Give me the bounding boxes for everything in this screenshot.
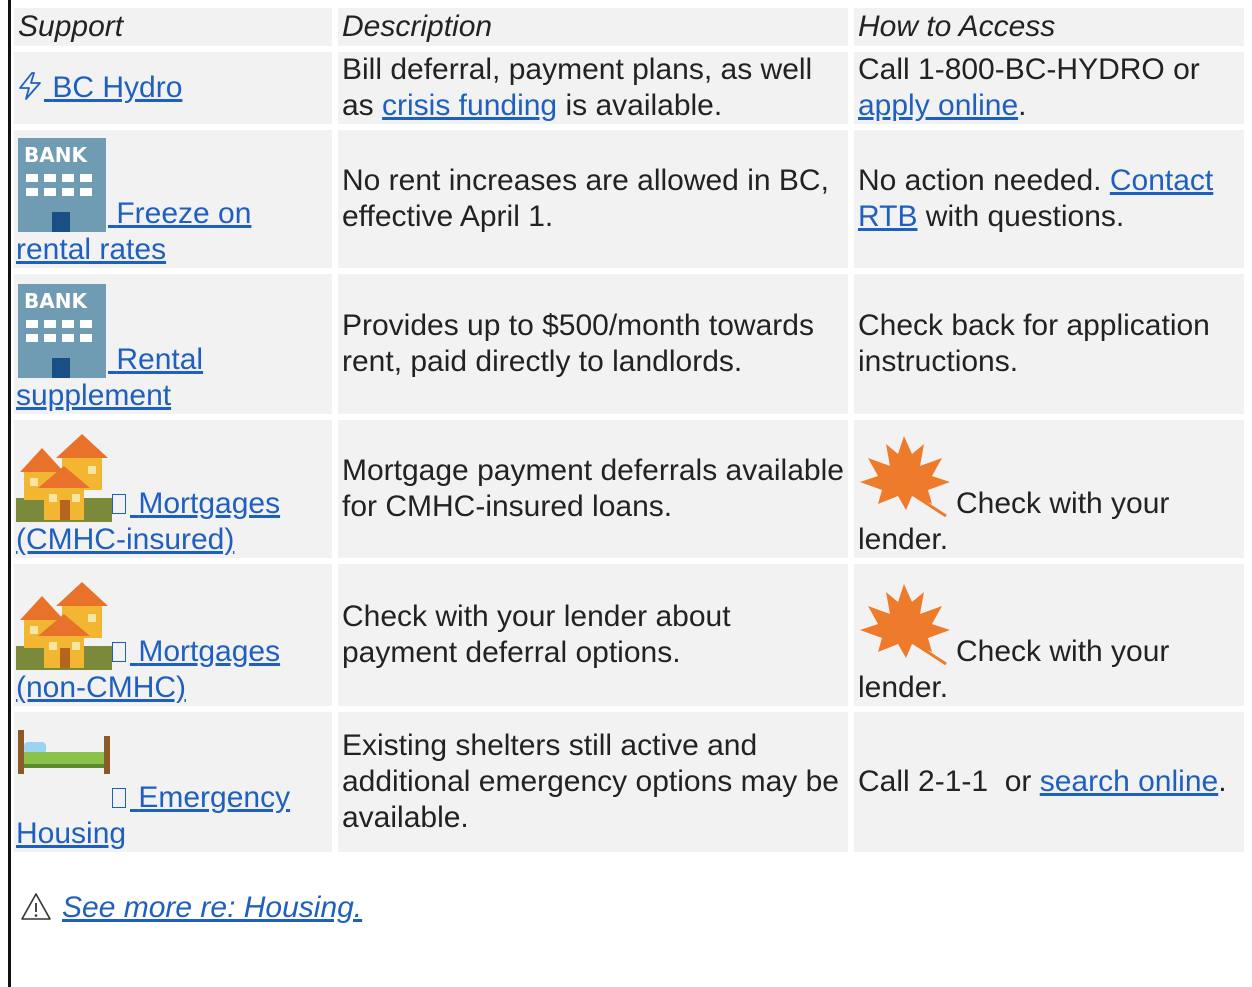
bank-icon: BANK — [18, 284, 106, 378]
support-link-emergency-housing[interactable]: Emergency Housing — [16, 730, 291, 850]
missing-glyph-icon — [112, 788, 126, 808]
access-text: Call 2-1-1 or — [858, 765, 1040, 798]
apply-online-link[interactable]: apply online — [858, 89, 1018, 122]
access-cell: No action needed. Contact RTB with quest… — [854, 130, 1244, 268]
crisis-funding-link[interactable]: crisis funding — [382, 89, 557, 122]
missing-glyph-icon — [112, 642, 126, 662]
see-more-housing-link[interactable]: See more re: Housing. — [62, 891, 362, 924]
support-link-freeze-rental-rates[interactable]: BANK Freeze on rental rates — [16, 138, 251, 266]
see-more-footer: See more re: Housing. — [20, 890, 362, 926]
support-cell: BANK Freeze on rental rates — [14, 130, 332, 268]
access-text: with questions. — [917, 200, 1125, 233]
description-cell: Provides up to $500/month towards rent, … — [338, 274, 848, 414]
table-header-row: Support Description How to Access — [14, 8, 1244, 46]
description-cell: Check with your lender about payment def… — [338, 564, 848, 706]
column-header-support: Support — [14, 8, 332, 46]
access-cell: Call 2-1-1 or search online. — [854, 712, 1244, 852]
warning-icon — [21, 893, 51, 920]
svg-text:BANK: BANK — [24, 143, 88, 167]
svg-text:BANK: BANK — [24, 289, 88, 313]
support-link-rental-supplement[interactable]: BANK Rental supplement — [16, 284, 203, 412]
support-link-mortgages-cmhc[interactable]: Mortgages (CMHC-insured) — [16, 434, 280, 556]
maple-leaf-icon — [860, 436, 950, 518]
support-cell: Mortgages (CMHC-insured) — [14, 420, 332, 558]
access-text: Call 1-800-BC-HYDRO or — [858, 53, 1200, 86]
lightning-icon — [19, 72, 41, 100]
description-cell: Mortgage payment deferrals available for… — [338, 420, 848, 558]
access-cell: Check with your lender. — [854, 564, 1244, 706]
table-row: Emergency Housing Existing shelters stil… — [14, 712, 1244, 852]
access-cell: Check with your lender. — [854, 420, 1244, 558]
support-cell: Emergency Housing — [14, 712, 332, 852]
support-link-bc-hydro[interactable]: BC Hydro — [16, 71, 182, 104]
description-cell: Bill deferral, payment plans, as well as… — [338, 52, 848, 124]
support-link-mortgages-non-cmhc[interactable]: Mortgages (non-CMHC) — [16, 582, 280, 704]
access-text: . — [1218, 765, 1227, 798]
maple-leaf-icon — [860, 584, 950, 666]
support-label: BC Hydro — [52, 71, 183, 104]
table-row: Mortgages (CMHC-insured) Mortgage paymen… — [14, 420, 1244, 558]
table-row: BC Hydro Bill deferral, payment plans, a… — [14, 52, 1244, 124]
description-text: is available. — [557, 89, 723, 122]
access-text: . — [1018, 89, 1027, 122]
column-header-description: Description — [338, 8, 848, 46]
description-cell: Existing shelters still active and addit… — [338, 712, 848, 852]
houses-icon — [16, 434, 112, 522]
table-row: BANK Freeze on rental rates No rent incr… — [14, 130, 1244, 268]
support-table: Support Description How to Access BC Hyd… — [8, 2, 1250, 858]
bed-icon — [18, 730, 110, 774]
houses-icon — [16, 582, 112, 670]
access-text: No action needed. — [858, 164, 1110, 197]
bank-icon: BANK — [18, 138, 106, 232]
column-header-how-to-access: How to Access — [854, 8, 1244, 46]
table-row: Mortgages (non-CMHC) Check with your len… — [14, 564, 1244, 706]
missing-glyph-icon — [112, 494, 126, 514]
access-cell: Call 1-800-BC-HYDRO or apply online. — [854, 52, 1244, 124]
table-row: BANK Rental supplement Provides up to $5… — [14, 274, 1244, 414]
support-cell: BANK Rental supplement — [14, 274, 332, 414]
support-cell: Mortgages (non-CMHC) — [14, 564, 332, 706]
access-cell: Check back for application instructions. — [854, 274, 1244, 414]
housing-support-section: Support Description How to Access BC Hyd… — [14, 8, 1244, 858]
support-label: Emergency Housing — [16, 781, 291, 850]
description-cell: No rent increases are allowed in BC, eff… — [338, 130, 848, 268]
search-online-link[interactable]: search online — [1040, 765, 1218, 798]
support-cell: BC Hydro — [14, 52, 332, 124]
